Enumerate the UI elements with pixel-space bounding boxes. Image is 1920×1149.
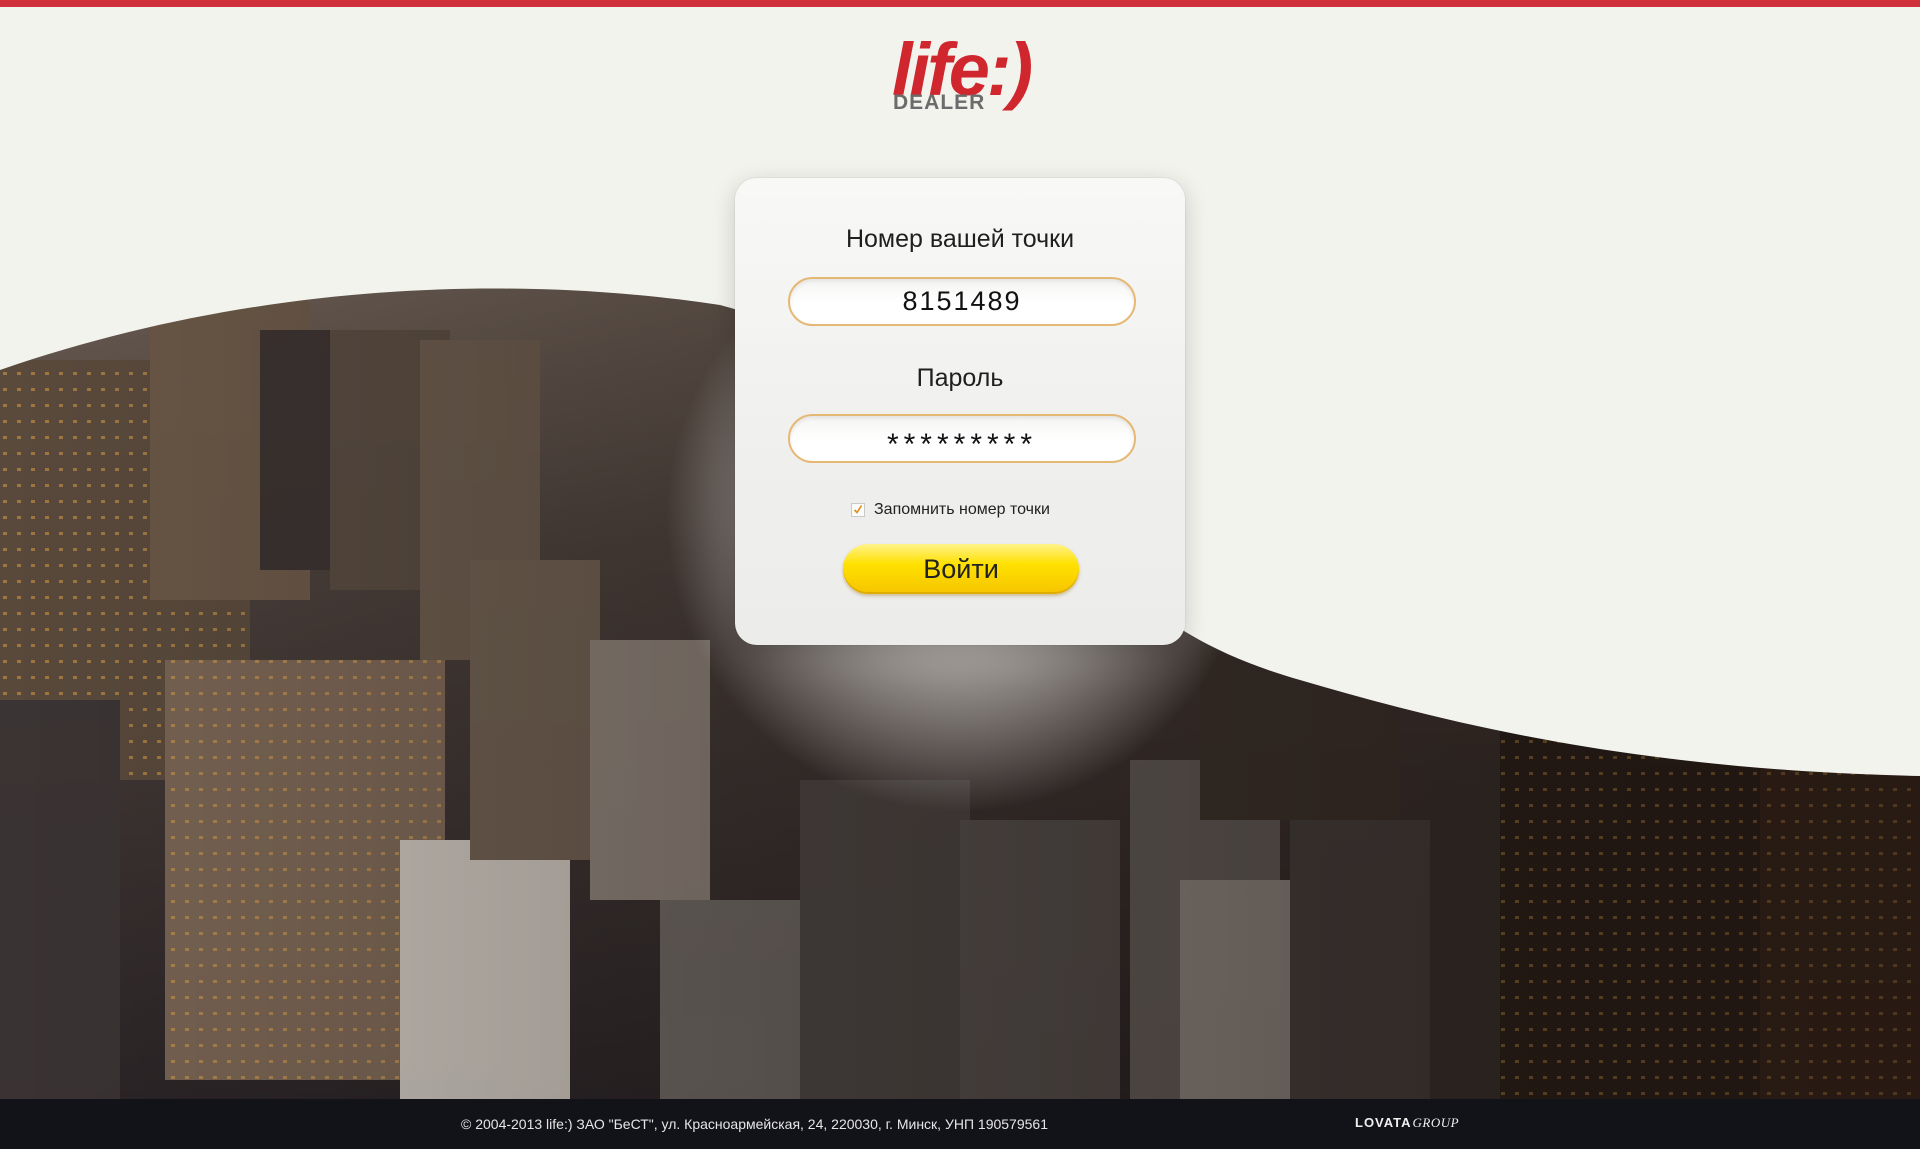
remember-checkbox[interactable] — [851, 503, 865, 517]
password-input[interactable]: ********* — [788, 414, 1136, 463]
partner-name: LOVATA — [1355, 1115, 1412, 1130]
lovata-group-link[interactable]: LOVATAGROUP — [1355, 1115, 1459, 1131]
login-card: Номер вашей точки Пароль ********* Запом… — [735, 178, 1185, 645]
point-number-input[interactable] — [788, 277, 1136, 326]
partner-suffix: GROUP — [1412, 1115, 1460, 1130]
password-label: Пароль — [916, 364, 1004, 392]
remember-point-option[interactable]: Запомнить номер точки — [851, 500, 1050, 520]
footer: © 2004-2013 life:) ЗАО "БеСТ", ул. Красн… — [0, 1099, 1920, 1149]
page: life:) DEALER Номер вашей точки Пароль *… — [0, 0, 1920, 1149]
remember-label: Запомнить номер точки — [874, 501, 1050, 518]
login-button[interactable]: Войти — [843, 544, 1079, 594]
point-number-label: Номер вашей точки — [845, 225, 1075, 253]
password-mask: ********* — [886, 428, 1038, 461]
checkmark-icon — [853, 505, 863, 514]
life-dealer-logo: life:) DEALER — [884, 30, 1044, 120]
logo-subtitle: DEALER — [893, 91, 986, 114]
top-accent-bar — [0, 0, 1920, 7]
copyright-text: © 2004-2013 life:) ЗАО "БеСТ", ул. Красн… — [461, 1116, 1048, 1132]
